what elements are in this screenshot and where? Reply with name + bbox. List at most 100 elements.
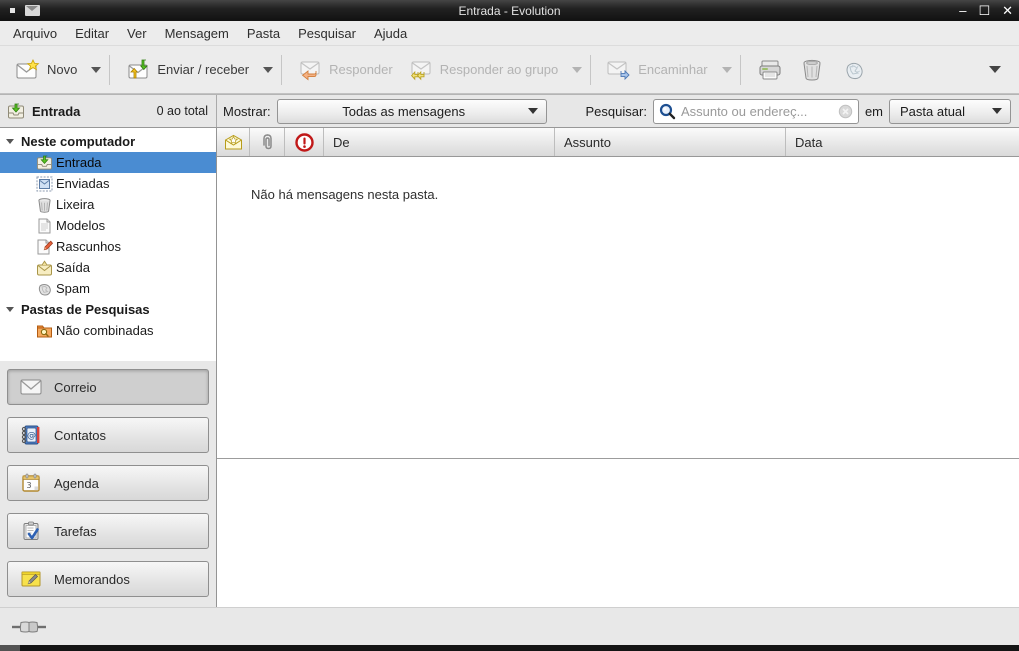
important-icon	[295, 133, 314, 152]
app-mail-icon	[25, 5, 40, 16]
menu-pesquisar[interactable]: Pesquisar	[289, 23, 365, 44]
reply-group-button[interactable]: Responder ao grupo	[401, 52, 567, 88]
reply-button[interactable]: Responder	[290, 52, 401, 88]
junk-button[interactable]	[833, 52, 875, 88]
folder-summary: Entrada 0 ao total	[0, 95, 217, 127]
search-box[interactable]	[653, 99, 859, 124]
component-switcher: Correio @	[0, 361, 216, 605]
new-button[interactable]: Novo	[8, 52, 85, 88]
sidebar-item-rascunhos[interactable]: Rascunhos	[0, 236, 216, 257]
toolbar-separator	[590, 55, 591, 85]
folder-label: Não combinadas	[56, 323, 154, 338]
menu-ajuda[interactable]: Ajuda	[365, 23, 416, 44]
switcher-label: Tarefas	[54, 524, 97, 539]
column-message-status[interactable]	[217, 128, 250, 156]
drafts-icon	[36, 239, 53, 255]
search-folder-icon	[36, 323, 53, 339]
menu-mensagem[interactable]: Mensagem	[156, 23, 238, 44]
switcher-label: Correio	[54, 380, 97, 395]
switcher-agenda[interactable]: 3 Agenda	[7, 465, 209, 501]
sidebar-item-enviadas[interactable]: Enviadas	[0, 173, 216, 194]
switcher-contatos[interactable]: @ Contatos	[7, 417, 209, 453]
forward-button-label: Encaminhar	[638, 62, 707, 77]
close-button[interactable]: ✕	[1002, 4, 1013, 17]
forward-dropdown-arrow-icon[interactable]	[722, 67, 732, 73]
folder-label: Lixeira	[56, 197, 94, 212]
svg-text:@: @	[27, 431, 36, 441]
clear-search-icon[interactable]	[838, 104, 853, 119]
online-plug-icon[interactable]	[12, 620, 46, 634]
sidebar-item-modelos[interactable]: Modelos	[0, 215, 216, 236]
menu-pasta[interactable]: Pasta	[238, 23, 289, 44]
window-menu-icon[interactable]	[10, 8, 15, 13]
show-filter-dropdown[interactable]: Todas as mensagens	[277, 99, 547, 124]
templates-icon	[36, 218, 53, 234]
sidebar-item-saida[interactable]: Saída	[0, 257, 216, 278]
show-label: Mostrar:	[223, 104, 271, 119]
forward-button[interactable]: Encaminhar	[599, 52, 715, 88]
expander-icon[interactable]	[6, 307, 14, 312]
junk-icon	[841, 58, 867, 82]
print-icon	[757, 58, 783, 82]
switcher-correio[interactable]: Correio	[7, 369, 209, 405]
print-button[interactable]	[749, 52, 791, 88]
reply-icon	[298, 59, 322, 81]
message-list-body[interactable]: Não há mensagens nesta pasta.	[217, 157, 1019, 458]
preview-pane	[217, 459, 1019, 607]
column-data[interactable]: Data	[786, 128, 1019, 156]
folder-label: Enviadas	[56, 176, 109, 191]
switcher-tarefas[interactable]: Tarefas	[7, 513, 209, 549]
column-important[interactable]	[285, 128, 324, 156]
search-label: Pesquisar:	[586, 104, 647, 119]
folder-label: Entrada	[56, 155, 102, 170]
search-scope-value: Pasta atual	[898, 104, 986, 119]
expander-icon[interactable]	[6, 139, 14, 144]
new-mail-icon	[16, 59, 40, 81]
sidebar-item-nao-combinadas[interactable]: Não combinadas	[0, 320, 216, 341]
menu-arquivo[interactable]: Arquivo	[4, 23, 66, 44]
tree-group-label: Neste computador	[21, 134, 135, 149]
menu-ver[interactable]: Ver	[118, 23, 156, 44]
trash-icon	[36, 197, 53, 213]
search-input[interactable]	[681, 104, 833, 119]
reply-button-label: Responder	[329, 62, 393, 77]
toolbar-overflow-icon[interactable]	[989, 66, 1001, 73]
sidebar: Neste computador Entrada	[0, 128, 217, 607]
new-dropdown-arrow-icon[interactable]	[91, 67, 101, 73]
toolbar-separator	[109, 55, 110, 85]
tree-group-neste-computador[interactable]: Neste computador	[0, 131, 216, 152]
contacts-icon: @	[20, 425, 42, 445]
send-receive-button[interactable]: Enviar / receber	[118, 52, 257, 88]
folder-label: Spam	[56, 281, 90, 296]
chevron-down-icon	[528, 108, 538, 114]
column-assunto[interactable]: Assunto	[555, 128, 786, 156]
tree-group-pastas-de-pesquisas[interactable]: Pastas de Pesquisas	[0, 299, 216, 320]
show-filter-value: Todas as mensagens	[286, 104, 522, 119]
inbox-icon	[7, 103, 25, 120]
switcher-memorandos[interactable]: Memorandos	[7, 561, 209, 597]
statusbar	[0, 607, 1019, 645]
column-attachment[interactable]	[250, 128, 285, 156]
reply-all-icon	[409, 59, 433, 81]
titlebar: Entrada - Evolution – ☐ ✕	[0, 0, 1019, 21]
search-scope-dropdown[interactable]: Pasta atual	[889, 99, 1011, 124]
sidebar-item-lixeira[interactable]: Lixeira	[0, 194, 216, 215]
svg-text:3: 3	[26, 481, 31, 490]
filterbar: Entrada 0 ao total Mostrar: Todas as men…	[0, 94, 1019, 128]
outbox-icon	[36, 260, 53, 276]
toolbar: Novo Enviar / receber	[0, 46, 1019, 94]
current-folder-label: Entrada	[32, 104, 80, 119]
tasks-icon	[20, 521, 42, 541]
sent-icon	[36, 176, 53, 192]
minimize-button[interactable]: –	[959, 4, 966, 17]
folder-tree: Neste computador Entrada	[0, 128, 216, 361]
reply-group-dropdown-arrow-icon[interactable]	[572, 67, 582, 73]
sidebar-item-entrada[interactable]: Entrada	[0, 152, 216, 173]
delete-button[interactable]	[791, 52, 833, 88]
mail-icon	[20, 378, 42, 396]
menu-editar[interactable]: Editar	[66, 23, 118, 44]
column-de[interactable]: De	[324, 128, 555, 156]
maximize-button[interactable]: ☐	[978, 4, 990, 17]
sidebar-item-spam[interactable]: Spam	[0, 278, 216, 299]
send-receive-dropdown-arrow-icon[interactable]	[263, 67, 273, 73]
